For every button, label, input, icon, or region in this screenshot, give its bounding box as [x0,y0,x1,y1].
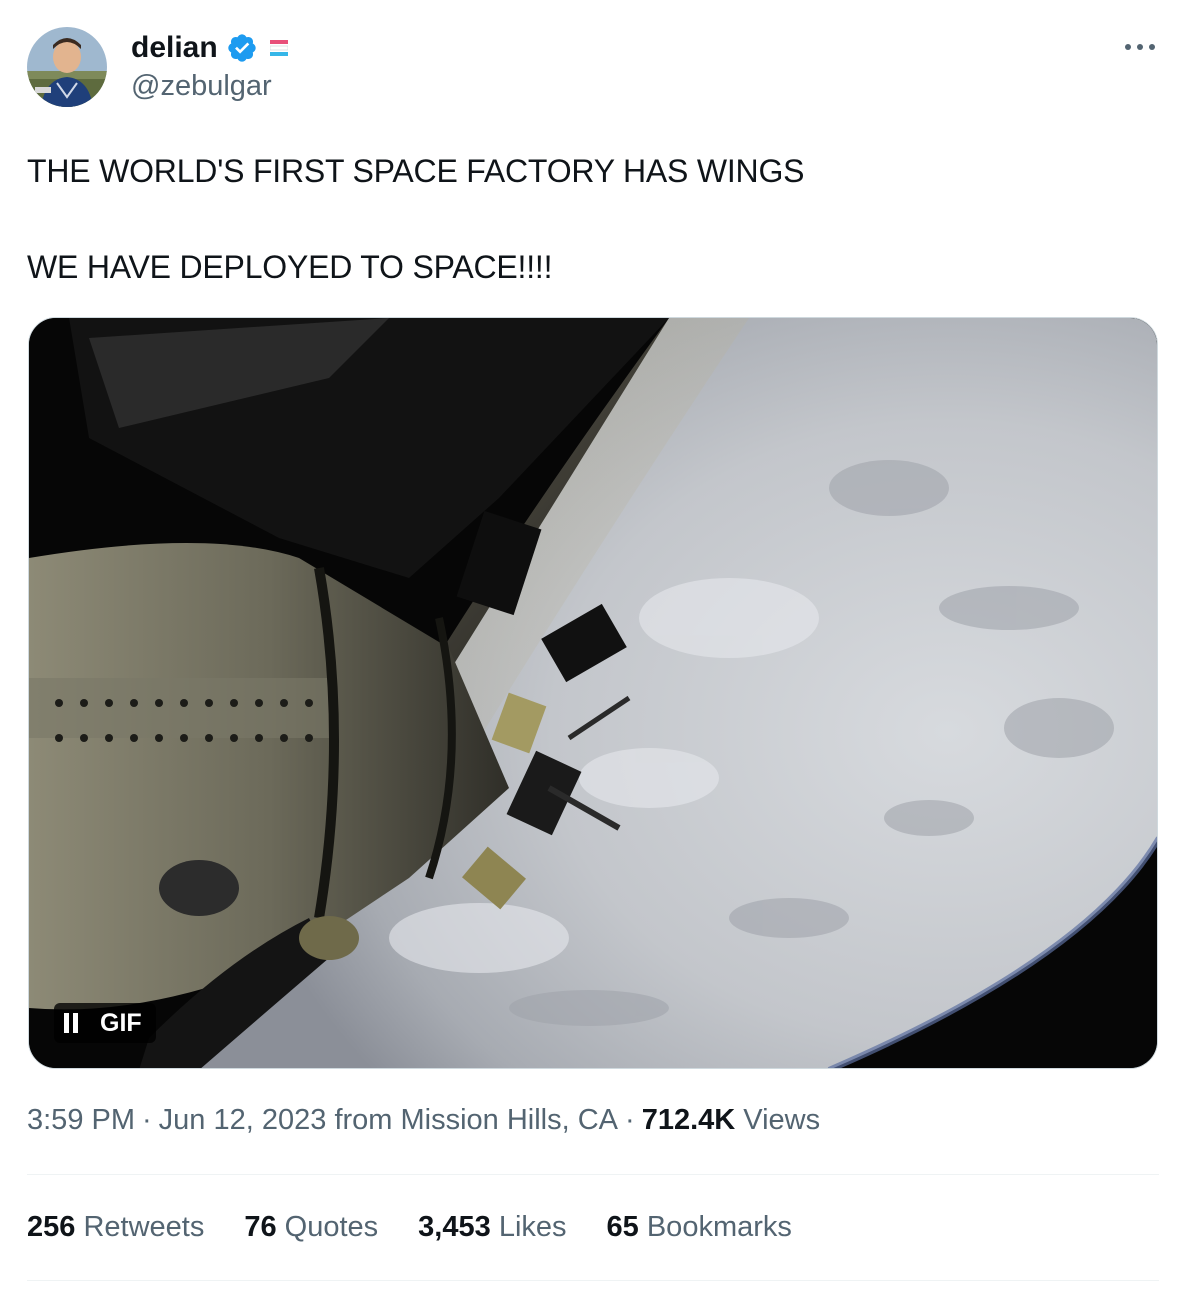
tweet-card: delian @zebulgar THE WORLD'S FIRST SPACE… [0,0,1190,1302]
author-display-name[interactable]: delian [131,31,218,65]
more-options-icon[interactable] [1118,32,1162,62]
tweet-location[interactable]: from Mission Hills, CA [334,1104,618,1136]
stat-retweets[interactable]: 256 Retweets [27,1211,204,1244]
avatar[interactable] [27,27,107,107]
author-handle[interactable]: @zebulgar [131,70,272,103]
stat-count: 65 [606,1211,639,1243]
stat-count: 256 [27,1211,76,1243]
stat-count: 76 [244,1211,277,1243]
stat-label: Likes [498,1211,567,1243]
gif-badge[interactable]: GIF [54,1003,156,1043]
stat-label: Quotes [284,1211,379,1243]
views-count: 712.4K [641,1104,736,1136]
stat-label: Bookmarks [646,1211,792,1243]
tweet-time[interactable]: 3:59 PM [27,1104,135,1136]
stat-bookmarks[interactable]: 65 Bookmarks [607,1211,792,1244]
divider [27,1280,1159,1281]
tweet-media-gif[interactable] [28,317,1158,1069]
pause-icon[interactable] [64,1013,78,1033]
divider [27,1174,1159,1175]
author-name-row: delian [131,28,289,68]
tweet-text-line: WE HAVE DEPLOYED TO SPACE!!!! [27,249,553,285]
striped-flag-icon [269,38,289,58]
tweet-date[interactable]: Jun 12, 2023 [159,1104,327,1136]
meta-separator: · [625,1104,635,1136]
verified-badge-icon[interactable] [226,32,258,64]
meta-separator: · [142,1104,152,1136]
gif-label: GIF [100,1008,142,1037]
stat-likes[interactable]: 3,453 Likes [418,1211,566,1244]
satellite-over-earth-image [29,318,1157,1068]
engagement-stats: 256 Retweets 76 Quotes 3,453 Likes 65 Bo… [27,1211,832,1244]
stat-label: Retweets [83,1211,205,1243]
stat-quotes[interactable]: 76 Quotes [244,1211,378,1244]
stat-count: 3,453 [418,1211,491,1243]
views-label: Views [743,1104,821,1136]
avatar-photo-icon [27,27,107,107]
tweet-meta: 3:59 PM · Jun 12, 2023 from Mission Hills,… [27,1104,820,1137]
tweet-text-line: THE WORLD'S FIRST SPACE FACTORY HAS WING… [27,153,805,189]
